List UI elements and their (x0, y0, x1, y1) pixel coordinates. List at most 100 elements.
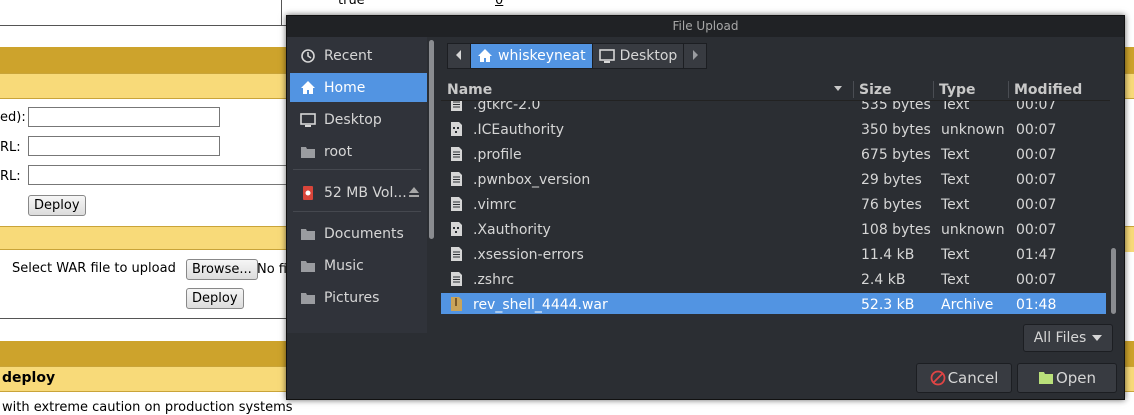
folder-icon (300, 290, 316, 306)
folder-icon (300, 226, 316, 242)
file-type: Text (941, 247, 970, 263)
eject-icon[interactable] (407, 185, 421, 203)
sidebar-item-root[interactable]: root (290, 137, 427, 166)
sidebar-item-desktop[interactable]: Desktop (290, 105, 427, 134)
context-path-label: ed): (0, 110, 26, 125)
file-size: 535 bytes (861, 101, 931, 113)
file-type: Text (941, 147, 970, 163)
column-header-type[interactable]: Type (939, 82, 976, 98)
xml-config-input[interactable] (28, 136, 220, 156)
file-row[interactable]: rev_shell_4444.war 52.3 kB Archive 01:48 (441, 293, 1106, 314)
sidebar-item-music[interactable]: Music (290, 251, 427, 280)
file-name: .Xauthority (473, 222, 551, 238)
file-size: 11.4 kB (861, 247, 915, 263)
section-heading: deploy (2, 370, 56, 386)
text-file-icon (451, 247, 462, 261)
file-row[interactable]: .xsession-errors 11.4 kB Text 01:47 (441, 243, 1106, 268)
sidebar-item-documents[interactable]: Documents (290, 219, 427, 248)
file-type: Archive (941, 297, 994, 313)
dialog-title[interactable]: File Upload (287, 16, 1124, 37)
war-dir-label: RL: (0, 169, 21, 184)
file-name: .xsession-errors (473, 247, 584, 263)
sidebar-item-volume[interactable]: 52 MB Vol... (290, 178, 427, 207)
text-file-icon (451, 197, 462, 211)
xml-config-label: RL: (0, 140, 21, 155)
file-modified: 00:07 (1016, 197, 1057, 213)
file-size: 76 bytes (861, 197, 922, 213)
file-modified: 00:07 (1016, 101, 1057, 113)
column-separator[interactable] (853, 81, 854, 98)
recent-icon (300, 48, 316, 64)
cancel-icon (930, 370, 946, 386)
column-header-name[interactable]: Name (447, 82, 492, 98)
file-upload-dialog: File Upload Recent Home Desktop root 52 … (286, 15, 1125, 400)
deploy-dir-button[interactable]: Deploy (28, 195, 86, 216)
chevron-right-icon (691, 48, 699, 64)
binary-file-icon (451, 222, 462, 236)
path-forward-button[interactable] (683, 43, 708, 69)
file-size: 52.3 kB (861, 297, 915, 313)
sidebar-item-pictures[interactable]: Pictures (290, 283, 427, 312)
sidebar-item-label: Music (324, 257, 364, 274)
drive-icon (300, 185, 316, 201)
file-row[interactable]: .profile 675 bytes Text 00:07 (441, 143, 1106, 168)
file-row[interactable]: .zshrc 2.4 kB Text 00:07 (441, 268, 1106, 293)
archive-file-icon (451, 297, 462, 311)
war-dir-input[interactable] (28, 165, 290, 185)
file-type-filter[interactable]: All Files (1023, 324, 1113, 352)
file-row[interactable]: .Xauthority 108 bytes unknown 00:07 (441, 218, 1106, 243)
sidebar-item-label: Desktop (324, 111, 382, 128)
desktop-icon (598, 48, 615, 64)
filter-label: All Files (1033, 330, 1087, 346)
cancel-label: Cancel (947, 369, 999, 387)
file-list-scrollbar[interactable] (1111, 248, 1116, 314)
sidebar-item-home[interactable]: Home (290, 73, 427, 102)
file-modified: 00:07 (1016, 147, 1057, 163)
file-list: .gtkrc-2.0 535 bytes Text 00:07 .ICEauthorit… (441, 101, 1110, 314)
file-row[interactable]: .gtkrc-2.0 535 bytes Text 00:07 (441, 101, 1106, 118)
file-name: .profile (473, 147, 522, 163)
browse-button[interactable]: Browse... (186, 259, 258, 280)
column-header-modified[interactable]: Modified (1014, 82, 1082, 98)
cancel-button[interactable]: Cancel (916, 363, 1012, 393)
path-crumb-desktop[interactable]: Desktop (591, 43, 685, 69)
file-size: 108 bytes (861, 222, 931, 238)
file-name: .gtkrc-2.0 (473, 101, 541, 113)
open-button[interactable]: Open (1017, 363, 1117, 393)
file-modified: 01:47 (1016, 247, 1057, 263)
folder-icon (300, 258, 316, 274)
binary-file-icon (451, 122, 462, 136)
sidebar-item-label: Recent (324, 47, 373, 64)
file-type: Text (941, 172, 970, 188)
table-border (0, 318, 290, 319)
file-row[interactable]: .vimrc 76 bytes Text 00:07 (441, 193, 1106, 218)
column-header-size[interactable]: Size (859, 82, 892, 98)
file-type: Text (941, 101, 970, 113)
path-crumb-label: Desktop (619, 48, 678, 64)
file-size: 2.4 kB (861, 272, 906, 288)
file-type: Text (941, 197, 970, 213)
column-separator[interactable] (933, 81, 934, 98)
file-modified: 00:07 (1016, 122, 1057, 138)
home-icon (300, 80, 316, 96)
column-separator[interactable] (1008, 81, 1009, 98)
file-row[interactable]: .pwnbox_version 29 bytes Text 00:07 (441, 168, 1106, 193)
path-crumb-home[interactable]: whiskeyneat (470, 43, 593, 69)
sidebar-scrollbar[interactable] (429, 40, 434, 239)
file-name: .pwnbox_version (473, 172, 591, 188)
sidebar-item-label: Documents (324, 225, 404, 242)
file-name: .vimrc (473, 197, 517, 213)
file-name: rev_shell_4444.war (473, 297, 608, 313)
sidebar-item-recent[interactable]: Recent (290, 41, 427, 70)
cell-value: true (338, 0, 365, 8)
sort-down-icon[interactable] (833, 81, 843, 97)
context-path-input[interactable] (28, 107, 220, 127)
open-folder-icon (1038, 371, 1054, 385)
file-modified: 00:07 (1016, 172, 1057, 188)
sidebar-item-label: 52 MB Vol... (324, 184, 407, 201)
places-sidebar: Recent Home Desktop root 52 MB Vol... Do… (287, 37, 427, 333)
text-file-icon (451, 101, 462, 111)
file-row[interactable]: .ICEauthority 350 bytes unknown 00:07 (441, 118, 1106, 143)
deploy-war-button[interactable]: Deploy (186, 288, 244, 309)
path-back-button[interactable] (447, 43, 471, 69)
